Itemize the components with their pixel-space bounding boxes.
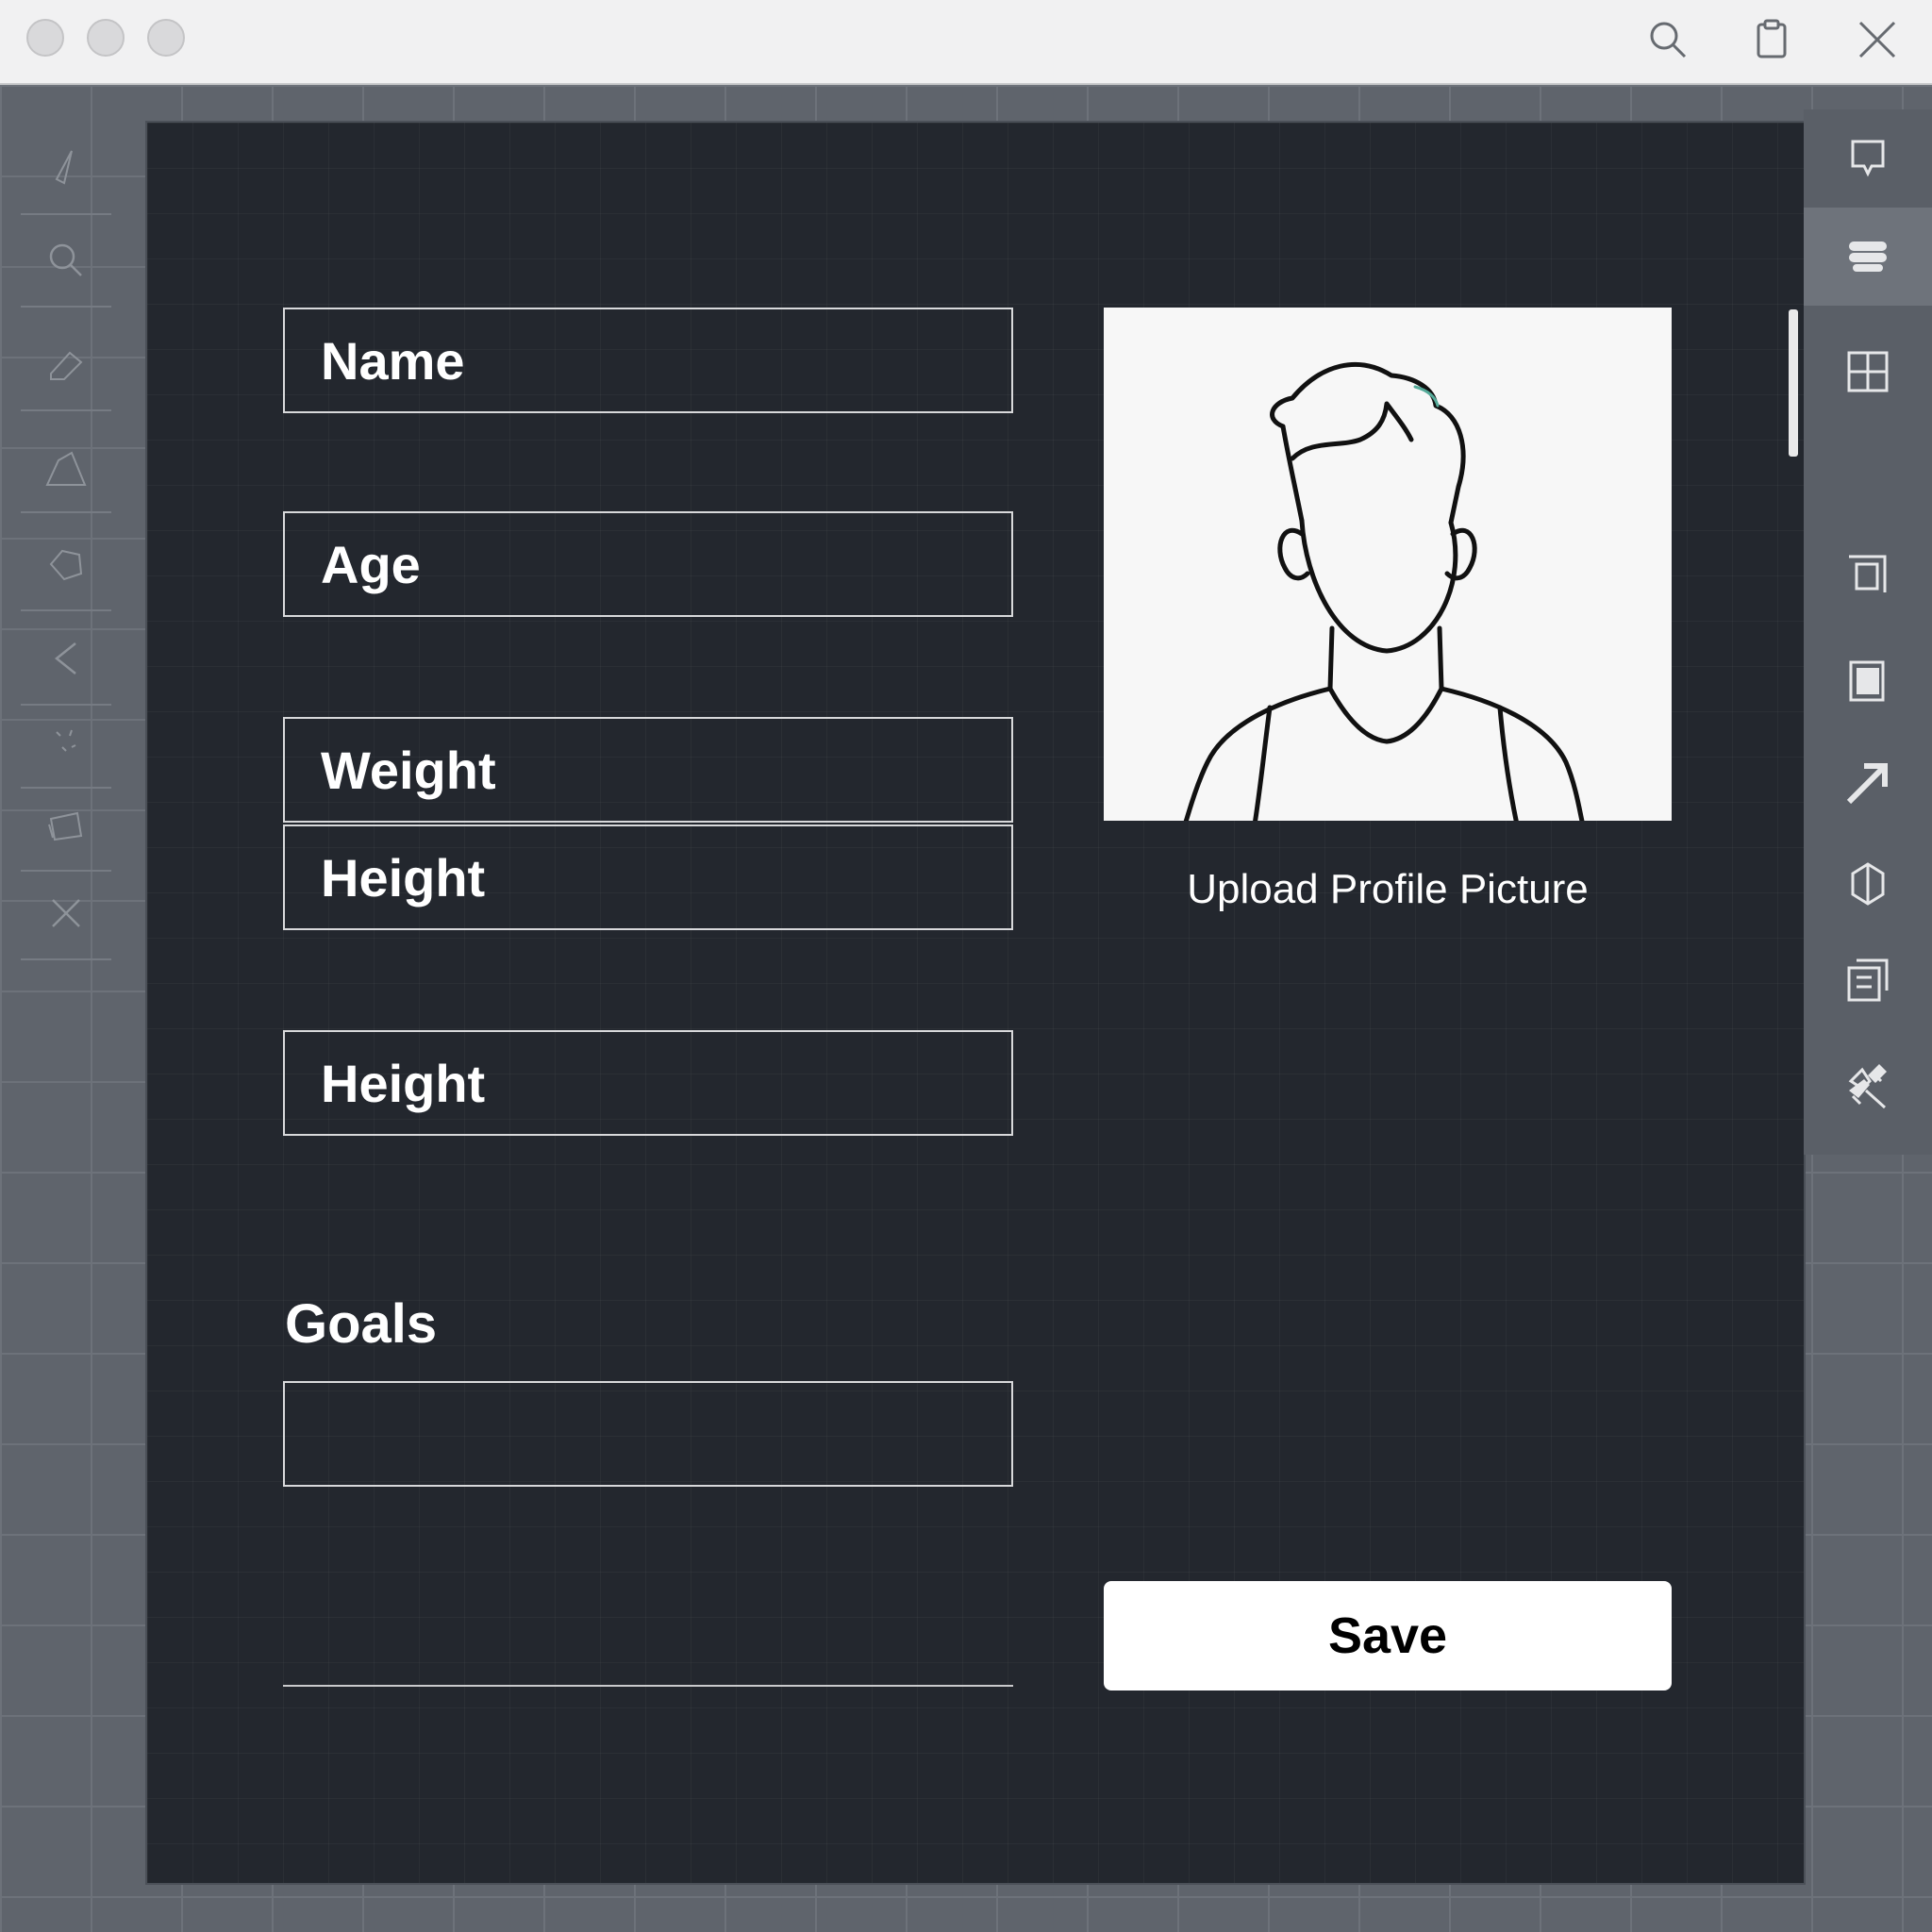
polygon-tool[interactable]	[21, 519, 111, 611]
clipboard-icon[interactable]	[1749, 17, 1794, 62]
window-titlebar	[0, 0, 1932, 85]
arrow-tool[interactable]	[1804, 734, 1932, 832]
layers-tool[interactable]	[21, 779, 111, 872]
right-toolbar	[1804, 109, 1932, 1155]
close-tool[interactable]	[21, 868, 111, 960]
window-minimize-button[interactable]	[87, 19, 125, 57]
layers-icon	[48, 811, 83, 841]
polygon-icon	[49, 549, 83, 581]
pen-icon	[55, 150, 73, 185]
height-field[interactable]	[283, 824, 1013, 930]
age-field[interactable]	[283, 511, 1013, 617]
upload-profile-picture-label[interactable]: Upload Profile Picture	[1104, 866, 1672, 913]
layout-icon	[1847, 351, 1889, 392]
sparkle-icon	[56, 729, 76, 752]
search-icon[interactable]	[1645, 17, 1690, 62]
height-field-secondary[interactable]	[283, 1030, 1013, 1136]
back-tool[interactable]	[21, 613, 111, 706]
tool-icon	[1849, 1064, 1887, 1098]
goals-field[interactable]	[283, 1381, 1013, 1487]
building-tool[interactable]	[1804, 930, 1932, 1028]
shape-icon	[45, 451, 87, 486]
tool-tool[interactable]	[1804, 1030, 1932, 1136]
comment-icon	[1851, 140, 1885, 177]
comment-tool[interactable]	[1804, 109, 1932, 208]
close-icon[interactable]	[1855, 17, 1900, 62]
sparkle-tool[interactable]	[21, 696, 111, 789]
page-icon	[1849, 660, 1885, 702]
eraser-icon	[50, 351, 83, 380]
name-field[interactable]	[283, 308, 1013, 413]
goals-underline	[283, 1685, 1013, 1687]
zoom-icon	[49, 243, 82, 276]
layout-tool[interactable]	[1804, 323, 1932, 421]
left-toolbar	[21, 123, 111, 960]
profile-picture-upload[interactable]	[1104, 308, 1672, 821]
eraser-tool[interactable]	[21, 319, 111, 411]
goals-label: Goals	[285, 1293, 438, 1355]
weight-field[interactable]	[283, 717, 1013, 823]
frame-icon	[1849, 555, 1887, 592]
window-zoom-button[interactable]	[147, 19, 185, 57]
cube-icon	[1851, 862, 1885, 906]
pen-tool[interactable]	[21, 123, 111, 215]
zoom-tool[interactable]	[21, 215, 111, 308]
building-icon	[1847, 958, 1889, 1002]
frame-tool[interactable]	[1804, 525, 1932, 623]
stack-icon	[1849, 242, 1887, 272]
shape-tool[interactable]	[21, 421, 111, 513]
vertical-scrollbar[interactable]	[1789, 309, 1798, 457]
close-icon	[52, 899, 80, 927]
avatar-placeholder-icon	[1183, 361, 1585, 821]
page-tool[interactable]	[1804, 632, 1932, 730]
back-arrow-icon	[54, 642, 76, 675]
arrow-icon	[1846, 763, 1888, 805]
stack-tool[interactable]	[1804, 208, 1932, 306]
cube-tool[interactable]	[1804, 834, 1932, 932]
window-close-button[interactable]	[26, 19, 64, 57]
save-button[interactable]: Save	[1104, 1581, 1672, 1690]
